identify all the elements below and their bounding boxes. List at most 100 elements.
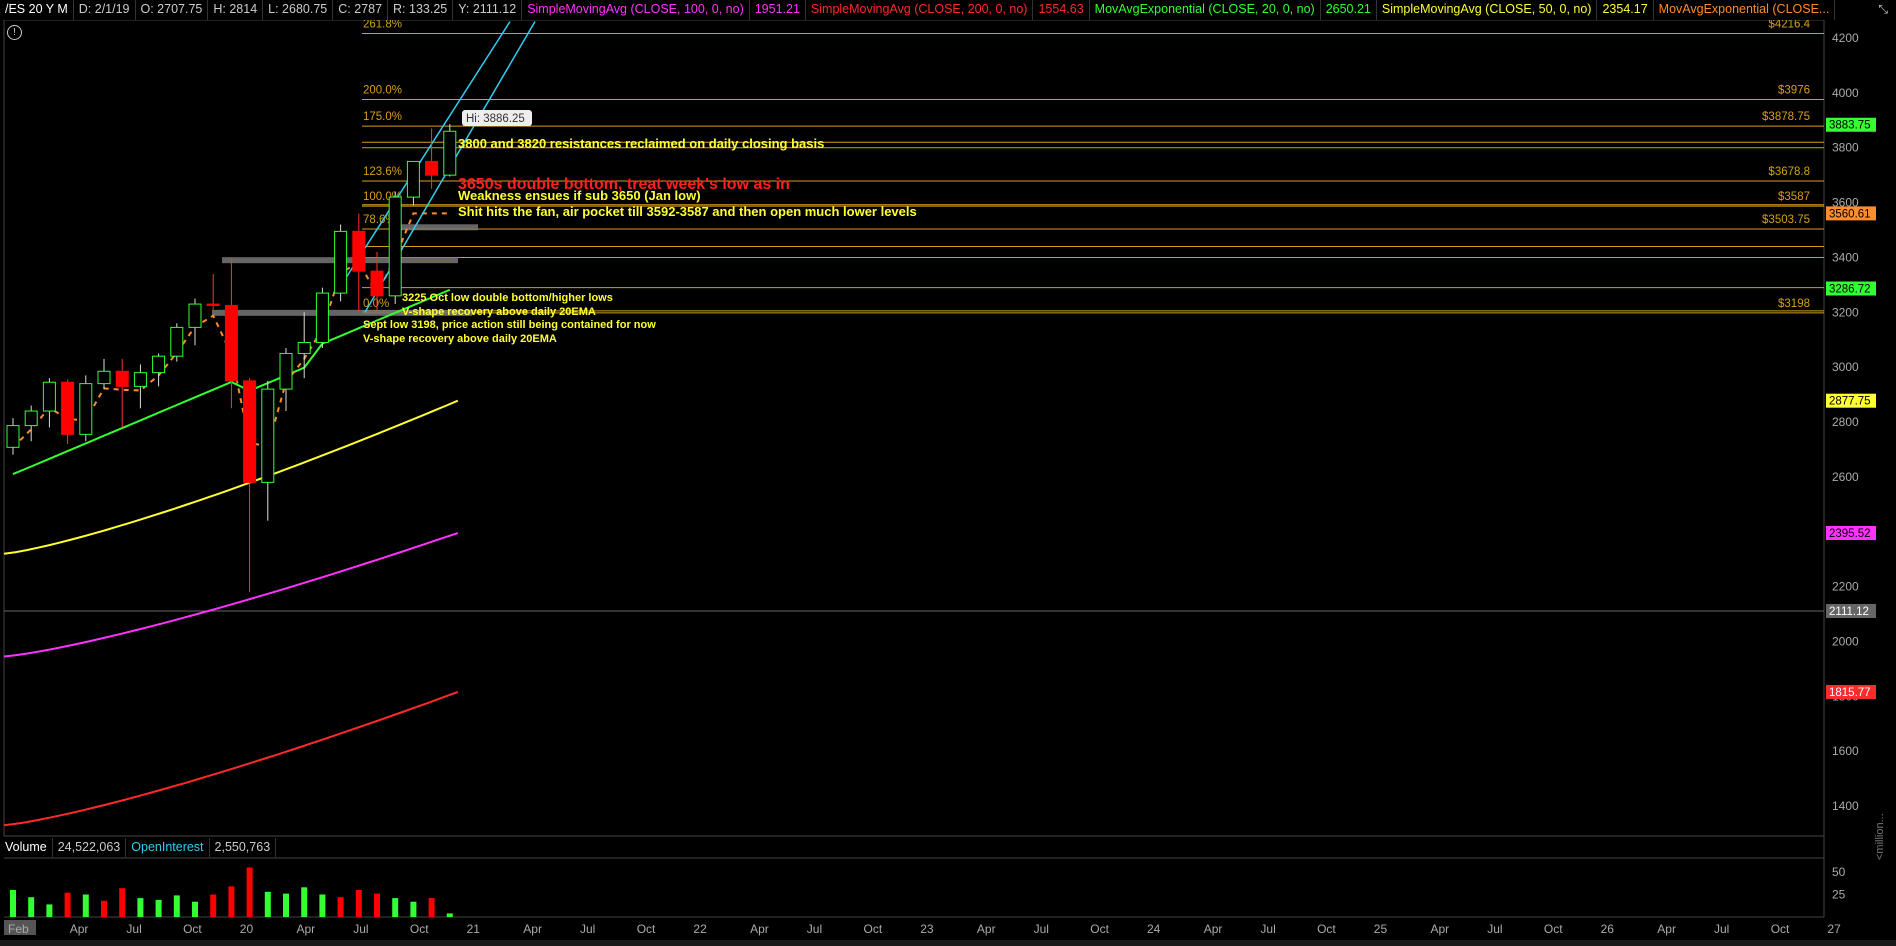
y-tick-label: 2000: [1832, 634, 1859, 648]
annotation-small-text: V-shape recovery above daily 20EMA: [363, 333, 557, 345]
candle-body: [79, 383, 93, 435]
x-tick-label: 25: [1374, 922, 1388, 936]
x-tick-label: Oct: [864, 922, 883, 936]
volume-bar: [301, 887, 308, 917]
x-tick-label: Jul: [353, 922, 368, 936]
candle-body: [152, 355, 166, 374]
date-readout: D: 2/1/19: [74, 0, 136, 20]
volume-bar: [337, 897, 344, 917]
candle-body: [170, 326, 184, 357]
price-chart[interactable]: 261.8% $4216.4 200.0% $3976 175.0% $3878.75 12…: [0, 0, 1896, 946]
candle-body: [61, 381, 75, 435]
volume-bar: [101, 900, 107, 917]
high-marker-label: Hi: 3886.25: [466, 113, 525, 125]
study-legend-item[interactable]: MovAvgExponential (CLOSE, 20, 0, no): [1090, 0, 1321, 20]
volume-bar: [119, 888, 126, 917]
fib-price-label: $3976: [1778, 84, 1810, 96]
annotation-small-text: Sept low 3198, price action still being …: [363, 319, 656, 331]
symbol-label[interactable]: /ES 20 Y M: [0, 0, 74, 20]
volume-bar: [428, 898, 435, 917]
price-badge-label: 3286.72: [1829, 284, 1871, 296]
open-interest-value: 2,550,763: [210, 838, 277, 857]
y-tick-label: 1400: [1832, 799, 1859, 813]
time-axis: Feb Apr Jul Oct 20 Apr Jul Oct 21 Apr Jul Oct 22 Apr J…: [0, 920, 1896, 946]
annotation-text: 3800 and 3820 resistances reclaimed on d…: [458, 136, 824, 151]
study-legend: SimpleMovingAvg (CLOSE, 100, 0, no) 1951.…: [522, 0, 1836, 20]
volume-bar: [192, 901, 198, 917]
candle-body: [425, 160, 439, 176]
expand-icon[interactable]: ⤡: [1878, 2, 1888, 17]
annotation-text: Weakness ensues if sub 3650 (Jan low): [458, 188, 701, 203]
sma-100-line: [3, 532, 459, 658]
x-tick-label: Jul: [1034, 922, 1049, 936]
candle-body: [297, 341, 311, 354]
candle-body: [443, 130, 457, 176]
sma-200-line: [3, 691, 459, 827]
y-cursor-readout: Y: 2111.12: [453, 0, 523, 20]
candle-body: [24, 410, 38, 427]
volume-bar: [355, 890, 362, 917]
x-tick-label: Oct: [183, 922, 202, 936]
volume-pane: 25 50: [10, 865, 1846, 917]
x-tick-label: 20: [240, 922, 254, 936]
volume-bar: [10, 890, 16, 917]
candle-body: [188, 303, 202, 328]
y-tick-label: 1600: [1832, 744, 1859, 758]
y-tick-label: 4000: [1832, 86, 1859, 100]
y-tick-label: 3800: [1832, 141, 1859, 155]
y-tick-label: 2800: [1832, 415, 1859, 429]
x-tick-label: 27: [1827, 922, 1841, 936]
study-legend-item[interactable]: MovAvgExponential (CLOSE...: [1654, 0, 1836, 20]
y-tick-label: 2600: [1832, 470, 1859, 484]
study-legend-value: 2650.21: [1321, 0, 1377, 20]
fib-price-label: $3878.75: [1762, 111, 1810, 123]
close-readout: C: 2787: [333, 0, 389, 20]
study-legend-value: 2354.17: [1597, 0, 1654, 20]
fib-percent-label: 123.6%: [363, 166, 402, 178]
chart-grid: [3, 19, 1825, 918]
fib-price-label: $3503.75: [1762, 214, 1810, 226]
volume-bar: [64, 892, 71, 917]
price-badge-label: 2395.52: [1829, 528, 1871, 540]
x-tick-label: Jul: [126, 922, 141, 936]
volume-header-bar: Volume 24,522,063 OpenInterest 2,550,763: [0, 838, 277, 858]
volume-bar: [446, 913, 453, 917]
x-tick-label: Apr: [1204, 922, 1223, 936]
x-tick-label: 22: [693, 922, 707, 936]
x-tick-label: Oct: [637, 922, 656, 936]
volume-bar: [173, 895, 180, 917]
y-tick-label: 3000: [1832, 360, 1859, 374]
x-tick-label: Apr: [1657, 922, 1676, 936]
fib-percent-label: 175.0%: [363, 111, 402, 123]
open-interest-label[interactable]: OpenInterest: [126, 838, 210, 857]
x-tick-label: Jul: [807, 922, 822, 936]
price-badge-label: 3883.75: [1829, 120, 1871, 132]
candle-body: [406, 160, 420, 198]
x-tick-label: Jul: [580, 922, 595, 936]
volume-bar: [374, 893, 380, 917]
price-badge-label: 2877.75: [1829, 396, 1871, 408]
candle-body: [6, 425, 20, 448]
x-tick-label: Apr: [977, 922, 996, 936]
y-tick-label: 3200: [1832, 305, 1859, 319]
candle-body: [206, 303, 220, 306]
study-legend-item[interactable]: SimpleMovingAvg (CLOSE, 200, 0, no): [806, 0, 1034, 20]
low-readout: L: 2680.75: [263, 0, 334, 20]
volume-value: 24,522,063: [53, 838, 127, 857]
volume-bar: [410, 901, 417, 917]
candle-body: [115, 370, 129, 387]
volume-bar: [155, 899, 162, 917]
x-tick-label: 23: [920, 922, 934, 936]
candle-body: [243, 380, 257, 483]
x-tick-label: 24: [1147, 922, 1161, 936]
horizontal-scrollbar: [0, 940, 1896, 946]
info-icon[interactable]: !: [7, 25, 22, 40]
volume-bar: [46, 904, 53, 917]
study-legend-item[interactable]: SimpleMovingAvg (CLOSE, 50, 0, no): [1377, 0, 1598, 20]
y-tick-label: 3400: [1832, 250, 1859, 264]
x-tick-label: Oct: [410, 922, 429, 936]
study-legend-item[interactable]: SimpleMovingAvg (CLOSE, 100, 0, no): [522, 0, 750, 20]
volume-bar: [283, 893, 289, 917]
volume-label[interactable]: Volume: [0, 838, 53, 857]
candle-body: [334, 230, 348, 294]
